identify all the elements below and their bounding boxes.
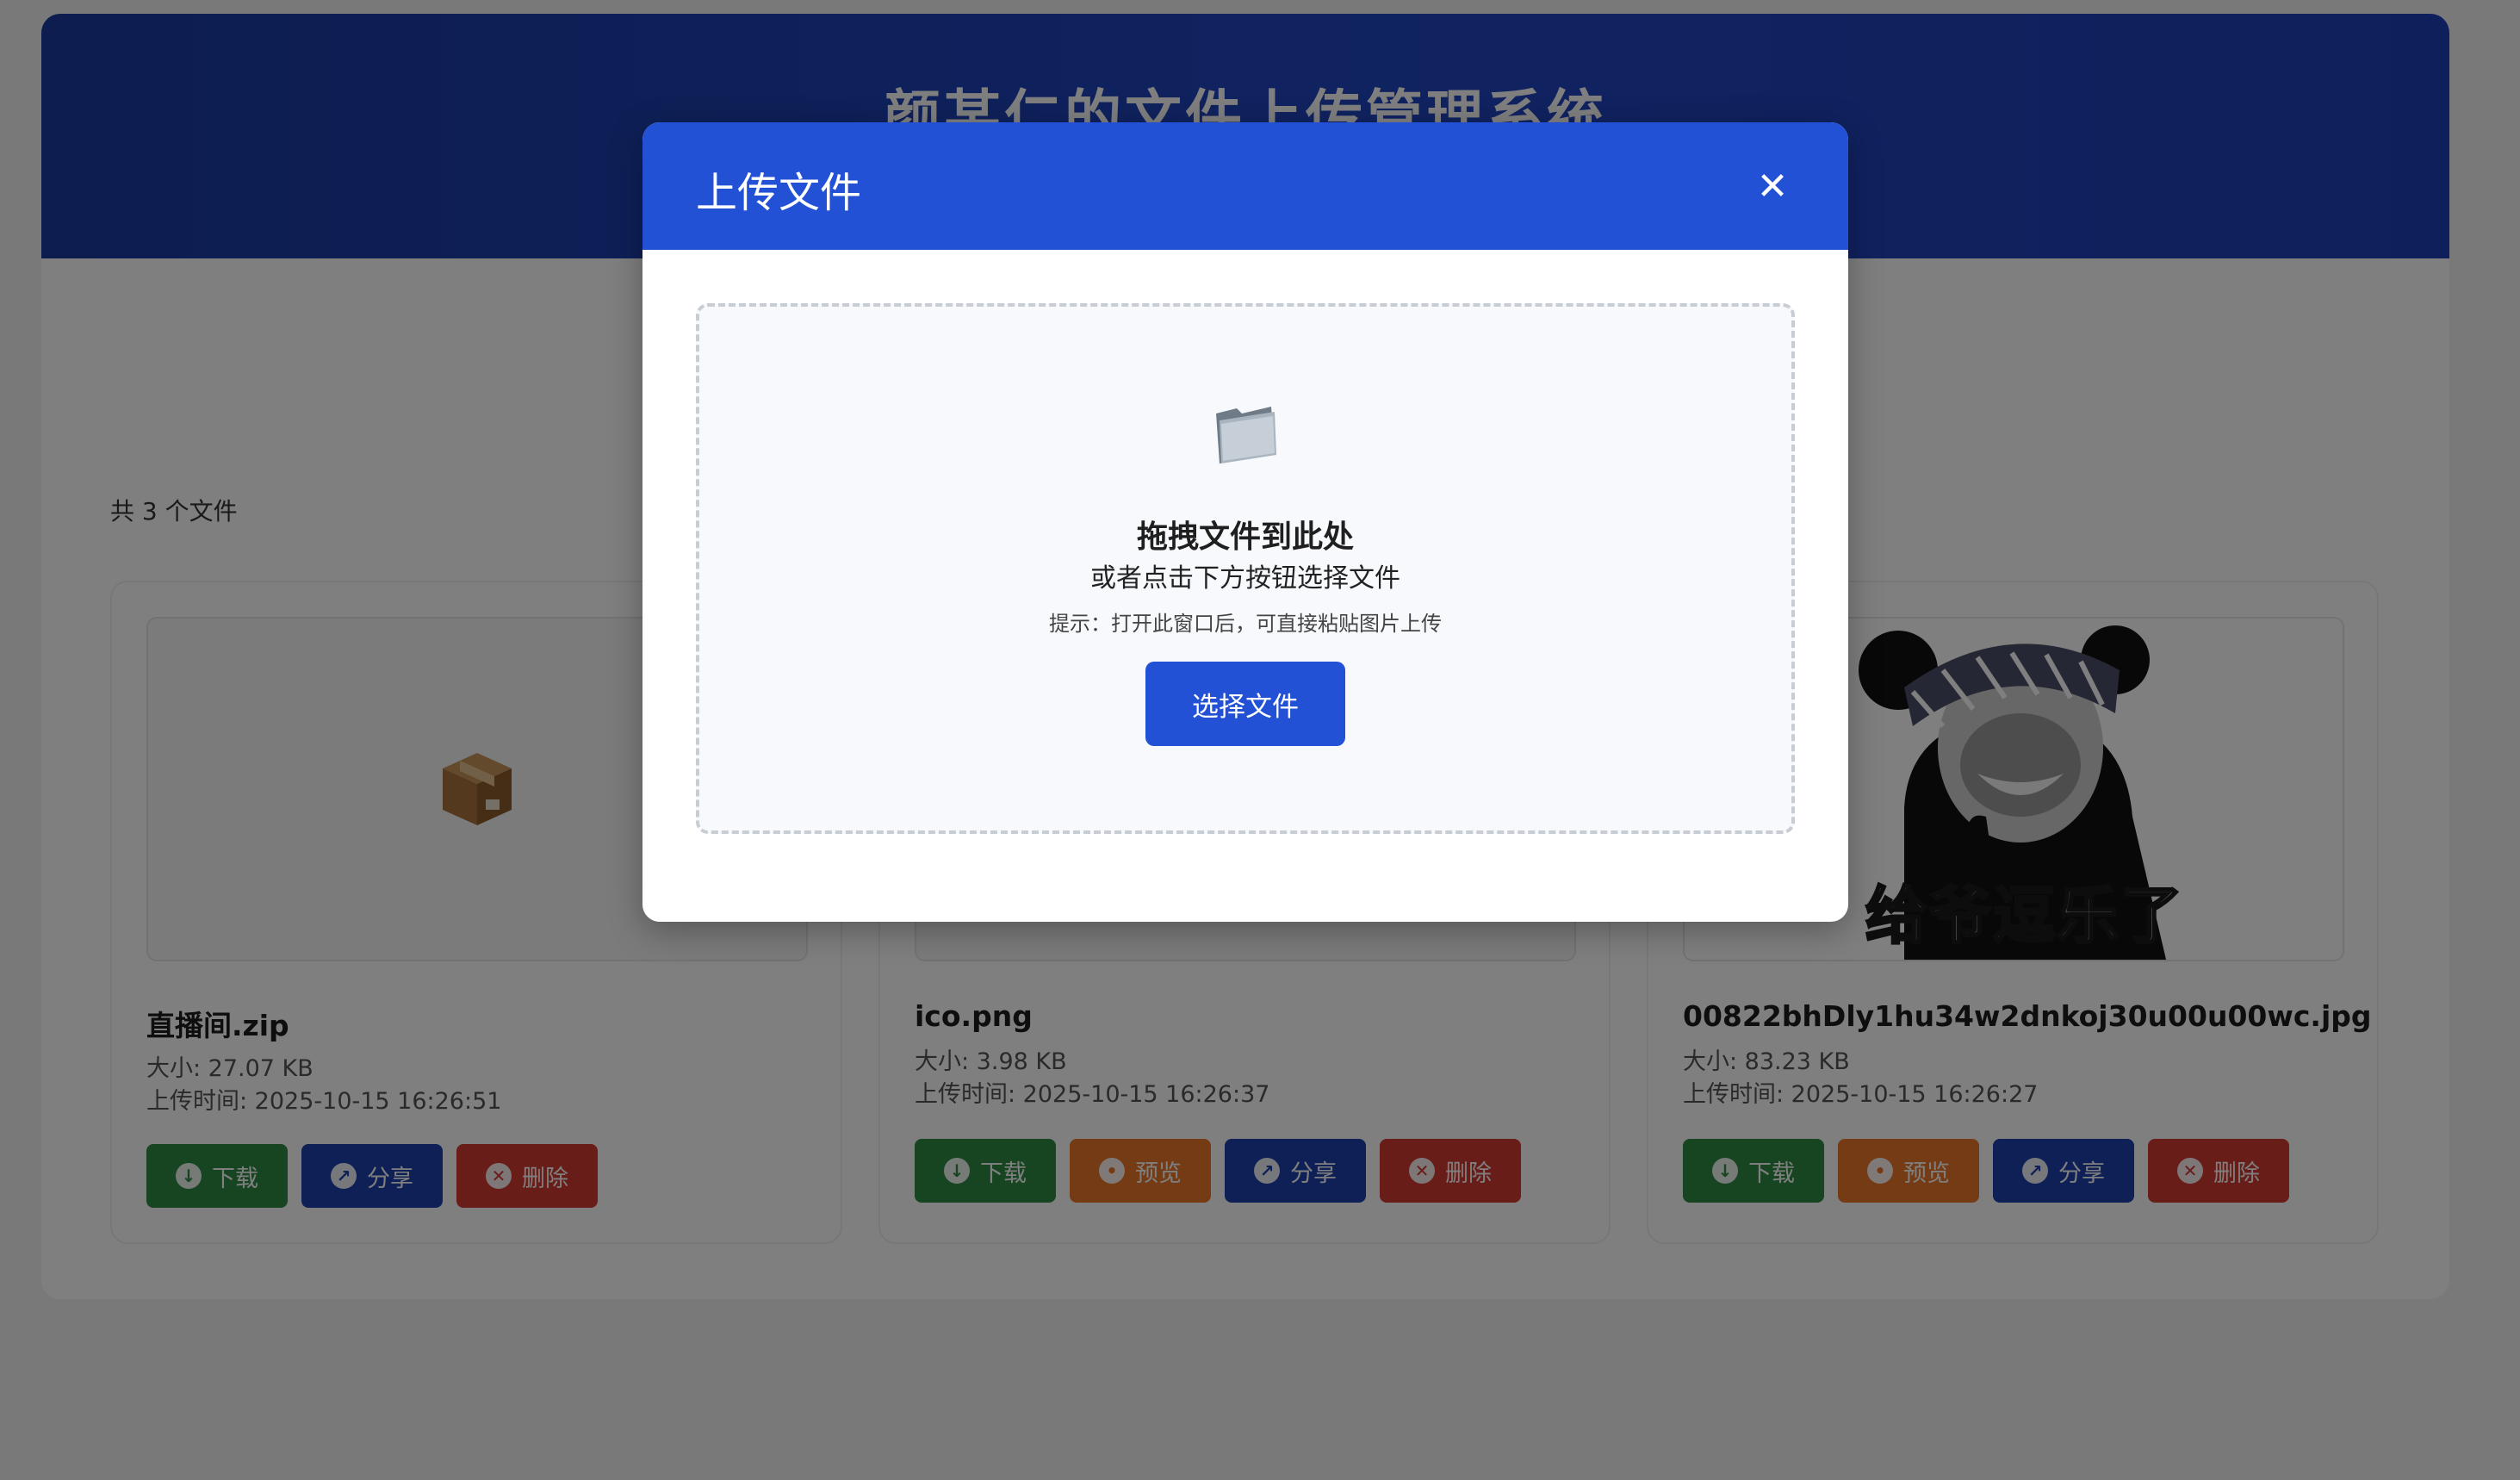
close-icon[interactable]: ✕ [1748,162,1797,210]
choose-file-button[interactable]: 选择文件 [1145,662,1345,746]
modal-title: 上传文件 [696,169,862,217]
file-dropzone[interactable]: 拖拽文件到此处 或者点击下方按钮选择文件 提示：打开此窗口后，可直接粘贴图片上传… [696,303,1795,834]
dropzone-title: 拖拽文件到此处 [1136,519,1354,555]
dropzone-subtitle: 或者点击下方按钮选择文件 [1090,563,1400,594]
upload-modal: 上传文件 ✕ 拖拽文件到此处 或者点击下方按钮选择文件 提示：打开此窗口后，可直… [642,122,1848,922]
dropzone-hint: 提示：打开此窗口后，可直接粘贴图片上传 [1049,612,1442,636]
modal-header: 上传文件 ✕ [642,122,1848,250]
folder-icon [1216,407,1276,463]
